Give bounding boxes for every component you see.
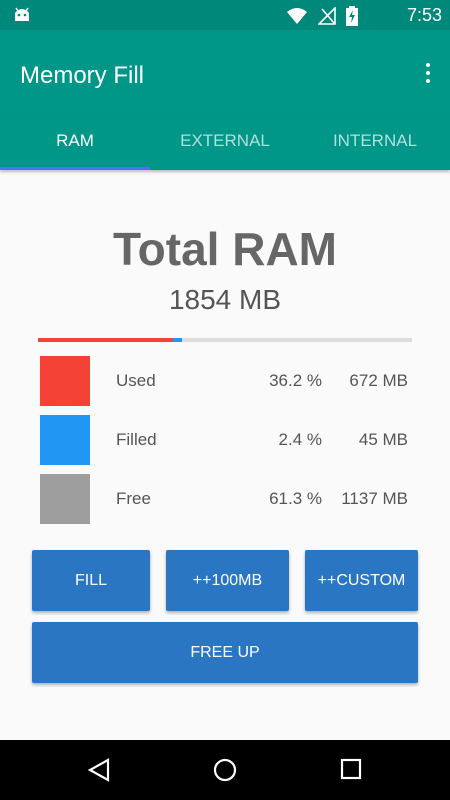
free-color-swatch: [40, 474, 90, 524]
filled-color-swatch: [40, 415, 90, 465]
add-100mb-button[interactable]: ++100MB: [166, 550, 289, 611]
legend-percent: 61.3 %: [269, 489, 322, 508]
home-icon[interactable]: [213, 758, 237, 787]
tab-ram[interactable]: RAM: [0, 120, 150, 170]
fill-button[interactable]: FILL: [32, 550, 150, 611]
legend-row-free: Free 61.3 % 1137 MB: [40, 474, 412, 524]
legend-size: 45 MB: [358, 430, 408, 449]
no-signal-icon: [317, 6, 336, 30]
usage-bar-used: [38, 338, 174, 342]
ram-panel: Total RAM 1854 MB Used 36.2 % 672 MB Fil…: [0, 170, 450, 740]
legend-row-filled: Filled 2.4 % 45 MB: [40, 415, 412, 465]
legend-label: Free: [116, 489, 151, 508]
recents-icon[interactable]: [340, 758, 362, 785]
legend-row-used: Used 36.2 % 672 MB: [40, 356, 412, 406]
tab-external[interactable]: EXTERNAL: [150, 120, 300, 170]
legend-label: Used: [116, 371, 156, 390]
free-up-button[interactable]: FREE UP: [32, 622, 418, 683]
back-icon[interactable]: [87, 758, 110, 787]
tab-internal[interactable]: INTERNAL: [300, 120, 450, 170]
used-color-swatch: [40, 356, 90, 406]
tab-bar: RAM EXTERNAL INTERNAL: [0, 120, 450, 170]
navigation-bar: [0, 740, 450, 800]
total-memory: 1854 MB: [168, 284, 282, 315]
status-bar: 7:53: [0, 0, 450, 30]
status-time: 7:53: [406, 5, 442, 25]
battery-charging-icon: [346, 6, 358, 31]
legend-label: Filled: [116, 430, 157, 449]
legend-percent: 36.2 %: [269, 371, 322, 390]
android-icon: [12, 5, 32, 28]
legend-percent: 2.4 %: [278, 430, 322, 449]
usage-bar-filled: [173, 338, 183, 342]
app-bar: Memory Fill: [0, 30, 450, 120]
add-custom-button[interactable]: ++CUSTOM: [305, 550, 418, 611]
legend-size: 672 MB: [349, 371, 408, 390]
more-vert-icon[interactable]: [422, 63, 434, 87]
memory-usage-bar: [38, 338, 412, 342]
status-icons: [286, 6, 358, 31]
wifi-icon: [286, 7, 308, 30]
legend-size: 1137 MB: [341, 489, 408, 508]
app-title: Memory Fill: [20, 62, 144, 89]
page-title: Total RAM: [112, 223, 337, 275]
